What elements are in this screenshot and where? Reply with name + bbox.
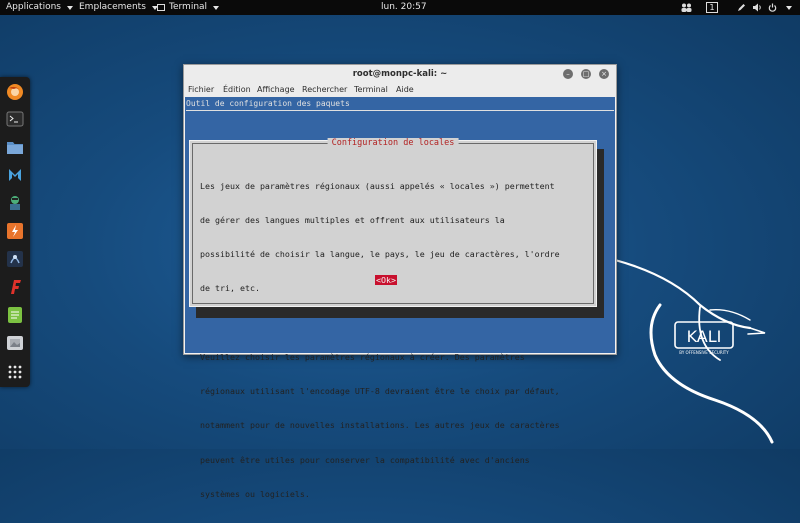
places-menu[interactable]: Emplacements [79, 0, 158, 15]
dialog-line: possibilité de choisir la langue, le pay… [200, 249, 560, 260]
beef-icon[interactable] [6, 250, 24, 268]
menu-aide[interactable]: Aide [396, 83, 414, 97]
menu-bar: Fichier Édition Affichage Rechercher Ter… [184, 83, 616, 97]
menu-edition[interactable]: Édition [223, 83, 251, 97]
window-titlebar[interactable]: root@monpc-kali: ~ – □ × [184, 65, 616, 83]
workspace-number: 1 [706, 2, 718, 13]
show-apps-icon[interactable] [6, 363, 24, 381]
armitage-icon[interactable] [6, 194, 24, 212]
chevron-down-icon [786, 5, 792, 10]
people-icon[interactable] [681, 0, 692, 15]
minimize-button[interactable]: – [563, 69, 573, 79]
files-icon[interactable] [6, 138, 24, 156]
menu-affichage[interactable]: Affichage [257, 83, 295, 97]
dialog-line [200, 318, 590, 329]
ok-button[interactable]: <Ok> [375, 275, 397, 285]
faraday-icon[interactable] [6, 278, 24, 296]
dialog-line: Veuillez choisir les paramètres régionau… [200, 351, 525, 362]
maximize-button[interactable]: □ [581, 69, 591, 79]
firefox-icon[interactable] [6, 83, 24, 101]
workspace-indicator[interactable]: 1 [706, 0, 718, 15]
dialog-line: régionaux utilisant l'encodage UTF-8 dev… [200, 386, 560, 397]
locales-dialog: Configuration de locales Les jeux de par… [189, 138, 597, 499]
terminal-app-menu[interactable]: Terminal [157, 0, 220, 15]
chevron-down-icon [66, 5, 73, 10]
dialog-body: Les jeux de paramètres régionaux (aussi … [200, 158, 590, 523]
applications-menu[interactable]: Applications [6, 0, 73, 15]
dialog-line: de gérer des langues multiples et offren… [200, 215, 505, 226]
kali-logo-subtext: BY OFFENSIVE SECURITY [679, 350, 729, 355]
clock[interactable]: lun. 20:57 [381, 0, 427, 15]
top-bar: Applications Emplacements Terminal lun. … [0, 0, 800, 15]
leafpad-icon[interactable] [6, 306, 24, 324]
dialog-title: Configuration de locales [327, 138, 459, 148]
pen-icon[interactable] [737, 0, 746, 15]
applications-label: Applications [6, 2, 61, 12]
kali-logo-text: KALI [687, 327, 722, 346]
chevron-down-icon [213, 5, 220, 10]
kali-logo: KALI BY OFFENSIVE SECURITY [600, 250, 800, 449]
terminal-area[interactable]: Outil de configuration des paquets Confi… [185, 97, 615, 499]
debconf-header: Outil de configuration des paquets [186, 98, 614, 111]
close-button[interactable]: × [599, 69, 609, 79]
dialog-line: systèmes ou logiciels. [200, 488, 310, 499]
dialog-line: notamment pour de nouvelles installation… [200, 420, 560, 431]
terminal-window: root@monpc-kali: ~ – □ × Fichier Édition… [183, 64, 617, 499]
terminal-app-label: Terminal [169, 2, 208, 12]
menu-terminal[interactable]: Terminal [354, 83, 388, 97]
dialog-line: de tri, etc. [200, 283, 260, 294]
burpsuite-icon[interactable] [6, 222, 24, 240]
metasploit-icon[interactable] [6, 166, 24, 184]
gallery-icon[interactable] [6, 334, 24, 352]
menu-rechercher[interactable]: Rechercher [302, 83, 347, 97]
places-label: Emplacements [79, 2, 146, 12]
favorites-dock [0, 77, 30, 387]
system-menu[interactable] [784, 0, 792, 15]
dialog-line: Les jeux de paramètres régionaux (aussi … [200, 180, 555, 191]
dialog-line: peuvent être utiles pour conserver la co… [200, 454, 530, 465]
clock-label: lun. 20:57 [381, 2, 427, 12]
terminal-icon[interactable] [6, 110, 24, 128]
window-title: root@monpc-kali: ~ [352, 69, 448, 79]
terminal-icon [157, 4, 165, 11]
volume-icon[interactable] [753, 0, 763, 15]
menu-fichier[interactable]: Fichier [188, 83, 214, 97]
power-icon[interactable] [768, 0, 777, 15]
